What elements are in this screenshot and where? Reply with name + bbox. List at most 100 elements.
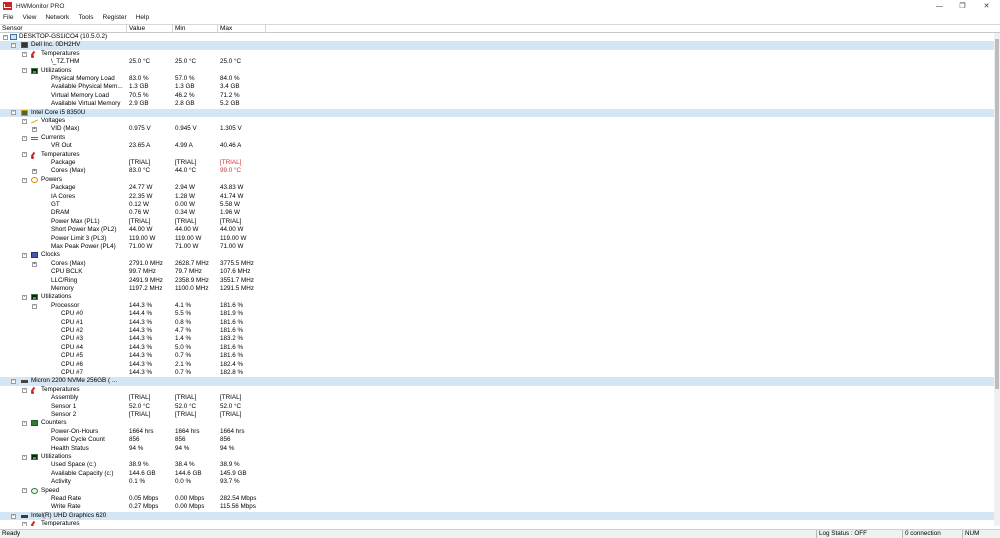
device-row[interactable]: - Intel Core i5 8350U	[0, 108, 994, 117]
sensor-row[interactable]: \_TZ.THM 25.0 °C 25.0 °C 25.0 °C	[0, 58, 994, 66]
sensor-row[interactable]: Memory 1197.2 MHz 1100.0 MHz 1291.5 MHz	[0, 285, 994, 293]
sensor-row[interactable]: CPU #6 144.3 % 2.1 % 182.4 %	[0, 361, 994, 369]
sensor-row[interactable]: CPU #7 144.3 % 0.7 % 182.8 %	[0, 369, 994, 377]
sensor-row[interactable]: Virtual Memory Load 70.5 % 46.2 % 71.2 %	[0, 92, 994, 100]
sensor-tree[interactable]: - DESKTOP-GS1ICO4 (10.5.0.2) - Dell Inc. 0D…	[0, 33, 994, 526]
sensor-row[interactable]: CPU #2 144.3 % 4.7 % 181.6 %	[0, 327, 994, 335]
sensor-row[interactable]: CPU BCLK 99.7 MHz 79.7 MHz 107.6 MHz	[0, 268, 994, 276]
collapse-toggle[interactable]: -	[3, 34, 8, 40]
collapse-toggle[interactable]: -	[11, 110, 16, 116]
sensor-row[interactable]: IA Cores 22.35 W 1.28 W 41.74 W	[0, 193, 994, 201]
collapse-toggle[interactable]: -	[22, 488, 27, 494]
group-row[interactable]: - Voltages	[0, 117, 994, 125]
group-row[interactable]: - Utilizations	[0, 293, 994, 301]
collapse-toggle[interactable]: -	[22, 253, 27, 259]
sensor-row[interactable]: Power Max (PL1) [TRIAL] [TRIAL] [TRIAL]	[0, 218, 994, 226]
collapse-toggle[interactable]: -	[22, 295, 27, 301]
close-button[interactable]: ✕	[975, 0, 998, 12]
group-row[interactable]: - Temperatures	[0, 151, 994, 159]
sensor-row[interactable]: + Cores (Max) 2791.0 MHz 2628.7 MHz 3775.5 M…	[0, 260, 994, 268]
collapse-toggle[interactable]: -	[32, 303, 37, 309]
collapse-toggle[interactable]: -	[22, 51, 27, 57]
value-cell: 144.3 %	[129, 352, 153, 360]
sensor-row[interactable]: Power Limit 3 (PL3) 119.00 W 119.00 W 119.0…	[0, 235, 994, 243]
disk-icon	[21, 380, 28, 384]
sensor-row[interactable]: DRAM 0.76 W 0.34 W 1.96 W	[0, 209, 994, 217]
vertical-scrollbar[interactable]	[994, 33, 1000, 526]
group-row[interactable]: - Utilizations	[0, 67, 994, 75]
sensor-row[interactable]: CPU #0 144.4 % 5.5 % 181.9 %	[0, 310, 994, 318]
collapse-toggle[interactable]: -	[22, 421, 27, 427]
menu-help[interactable]: Help	[135, 14, 150, 21]
collapse-toggle[interactable]: -	[11, 513, 16, 519]
collapse-toggle[interactable]: -	[22, 68, 27, 74]
collapse-toggle[interactable]: -	[22, 118, 27, 124]
sensor-row[interactable]: CPU #5 144.3 % 0.7 % 181.6 %	[0, 352, 994, 360]
sensor-row[interactable]: Sensor 2 [TRIAL] [TRIAL] [TRIAL]	[0, 411, 994, 419]
sensor-row[interactable]: LLC/Ring 2491.9 MHz 2358.9 MHz 3551.7 MHz	[0, 277, 994, 285]
collapse-toggle[interactable]: -	[22, 521, 27, 526]
sensor-row[interactable]: VR Out 23.65 A 4.99 A 40.46 A	[0, 142, 994, 150]
sensor-row[interactable]: Assembly [TRIAL] [TRIAL] [TRIAL]	[0, 394, 994, 402]
menu-register[interactable]: Register	[102, 14, 128, 21]
sensor-row[interactable]: Available Physical Mem... 1.3 GB 1.3 GB 3.4…	[0, 83, 994, 91]
group-row[interactable]: - Utilizations	[0, 453, 994, 461]
sensor-row[interactable]: Read Rate 0.05 Mbps 0.00 Mbps 282.54 Mbps	[0, 495, 994, 503]
sensor-row[interactable]: Max Peak Power (PL4) 71.00 W 71.00 W 71.00 …	[0, 243, 994, 251]
sensor-row[interactable]: Power-On-Hours 1664 hrs 1664 hrs 1664 hrs	[0, 428, 994, 436]
expand-toggle[interactable]: +	[32, 261, 37, 267]
collapse-toggle[interactable]: -	[22, 135, 27, 141]
group-row[interactable]: - Counters	[0, 419, 994, 427]
column-sensor[interactable]: Sensor	[0, 25, 127, 33]
sensor-row[interactable]: CPU #1 144.3 % 0.8 % 181.6 %	[0, 319, 994, 327]
minimize-button[interactable]: —	[928, 0, 951, 12]
sensor-row[interactable]: + Cores (Max) 83.0 °C 44.0 °C 99.0 °C	[0, 167, 994, 175]
sensor-row[interactable]: GT 0.12 W 0.00 W 5.58 W	[0, 201, 994, 209]
sensor-row[interactable]: Used Space (c:) 38.9 % 38.4 % 38.9 %	[0, 461, 994, 469]
group-row[interactable]: - Temperatures	[0, 50, 994, 58]
expand-toggle[interactable]: +	[32, 169, 37, 175]
sensor-row[interactable]: Short Power Max (PL2) 44.00 W 44.00 W 44.00…	[0, 226, 994, 234]
group-row[interactable]: - Powers	[0, 176, 994, 184]
device-row[interactable]: - Dell Inc. 0DH2HV	[0, 41, 994, 50]
sensor-row[interactable]: - Processor 144.3 % 4.1 % 181.6 %	[0, 302, 994, 310]
device-row[interactable]: - Micron 2200 NVMe 256GB ( ...	[0, 377, 994, 386]
sensor-row[interactable]: Write Rate 0.27 Mbps 0.00 Mbps 115.56 Mbps	[0, 503, 994, 511]
device-row[interactable]: - Intel(R) UHD Graphics 620	[0, 511, 994, 521]
root-row[interactable]: - DESKTOP-GS1ICO4 (10.5.0.2)	[0, 33, 994, 41]
menu-view[interactable]: View	[21, 14, 37, 21]
sensor-row[interactable]: Available Capacity (c:) 144.6 GB 144.6 GB 1…	[0, 470, 994, 478]
scrollbar-thumb[interactable]	[995, 39, 999, 389]
collapse-toggle[interactable]: -	[11, 43, 16, 49]
group-row[interactable]: - Speed	[0, 487, 994, 495]
max-cell: 93.7 %	[220, 478, 240, 486]
sensor-row[interactable]: + VID (Max) 0.975 V 0.945 V 1.305 V	[0, 125, 994, 133]
column-max[interactable]: Max	[218, 25, 266, 33]
menu-network[interactable]: Network	[44, 14, 70, 21]
sensor-row[interactable]: Sensor 1 52.0 °C 52.0 °C 52.0 °C	[0, 403, 994, 411]
column-min[interactable]: Min	[173, 25, 218, 33]
group-row[interactable]: - Temperatures	[0, 386, 994, 394]
sensor-row[interactable]: Activity 0.1 % 0.0 % 93.7 %	[0, 478, 994, 486]
power-icon	[31, 176, 38, 183]
sensor-row[interactable]: Health Status 94 % 94 % 94 %	[0, 445, 994, 453]
collapse-toggle[interactable]: -	[22, 454, 27, 460]
collapse-toggle[interactable]: -	[22, 387, 27, 393]
sensor-row[interactable]: Physical Memory Load 83.0 % 57.0 % 84.0 %	[0, 75, 994, 83]
sensor-row[interactable]: CPU #4 144.3 % 5.0 % 181.6 %	[0, 344, 994, 352]
sensor-row[interactable]: Power Cycle Count 856 856 856	[0, 436, 994, 444]
collapse-toggle[interactable]: -	[22, 177, 27, 183]
sensor-row[interactable]: CPU #3 144.3 % 1.4 % 183.2 %	[0, 335, 994, 343]
group-row[interactable]: - Clocks	[0, 251, 994, 259]
group-row[interactable]: - Temperatures	[0, 520, 994, 526]
collapse-toggle[interactable]: -	[22, 152, 27, 158]
group-row[interactable]: - Currents	[0, 134, 994, 142]
menu-tools[interactable]: Tools	[77, 14, 94, 21]
menu-file[interactable]: File	[2, 14, 14, 21]
expand-toggle[interactable]: +	[32, 127, 37, 133]
sensor-row[interactable]: Available Virtual Memory 2.9 GB 2.8 GB 5.2 …	[0, 100, 994, 108]
sensor-row[interactable]: Package 24.77 W 2.94 W 43.83 W	[0, 184, 994, 192]
collapse-toggle[interactable]: -	[11, 379, 16, 385]
restore-button[interactable]: ❐	[951, 0, 974, 12]
column-value[interactable]: Value	[127, 25, 173, 33]
